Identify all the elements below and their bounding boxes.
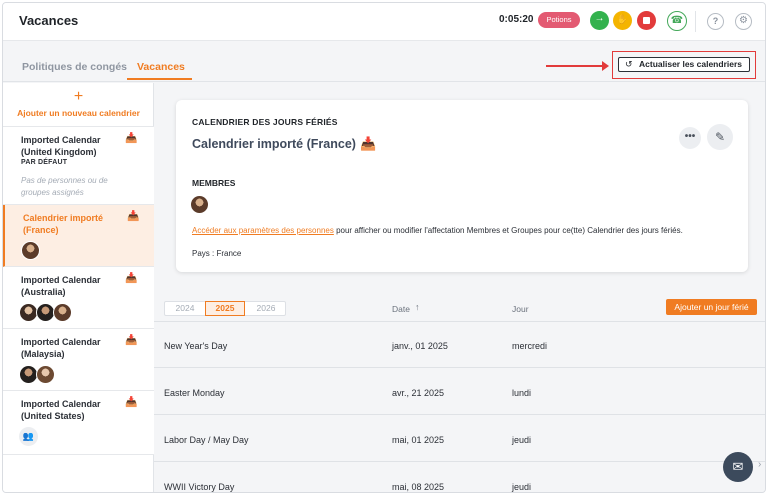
add-calendar-button[interactable]: + Ajouter un nouveau calendrier	[3, 83, 154, 127]
people-settings-link[interactable]: Accéder aux paramètres des personnes	[192, 226, 334, 235]
holiday-name: Easter Monday	[164, 388, 225, 398]
calendar-item-malaysia[interactable]: Imported Calendar (Malaysia) 📥	[3, 329, 154, 391]
tab-vacances[interactable]: Vacances	[137, 61, 185, 73]
app-window: Vacances 0:05:20 Potions Politiques de c…	[2, 2, 766, 493]
calendar-name: Imported Calendar (United States)	[21, 399, 101, 421]
download-calendar-icon[interactable]: 📥	[127, 211, 139, 222]
active-tab-indicator	[127, 78, 192, 80]
session-timer: 0:05:20	[499, 14, 534, 25]
break-icon[interactable]	[613, 11, 632, 30]
download-calendar-icon[interactable]: 📥	[125, 133, 137, 144]
members-label: MEMBRES	[192, 178, 236, 188]
year-2024[interactable]: 2024	[165, 302, 205, 315]
edit-button[interactable]: ✎	[707, 124, 733, 150]
calendar-name: Imported Calendar (United Kingdom)	[21, 135, 101, 157]
top-bar: Vacances 0:05:20 Potions	[3, 3, 765, 41]
avatar	[53, 303, 72, 322]
annotation-arrow-head	[602, 61, 609, 71]
holiday-day: lundi	[512, 388, 532, 398]
stop-icon[interactable]	[637, 11, 656, 30]
download-calendar-icon[interactable]: 📥	[125, 273, 137, 284]
refresh-icon: ↺	[625, 59, 633, 69]
sort-arrow-icon[interactable]: ↑	[415, 302, 420, 312]
refresh-calendars-button[interactable]: ↺ Actualiser les calendriers	[618, 57, 750, 72]
members-info-text: Accéder aux paramètres des personnes pou…	[192, 226, 737, 235]
download-calendar-icon[interactable]: 📥	[125, 335, 137, 346]
help-icon[interactable]	[707, 13, 724, 30]
clock-in-icon[interactable]	[590, 11, 609, 30]
members-info-body: pour afficher ou modifier l'affectation …	[333, 226, 683, 235]
holiday-day: jeudi	[512, 435, 532, 445]
add-holiday-button[interactable]: Ajouter un jour férié	[666, 299, 757, 315]
column-header-day: Jour	[512, 304, 529, 314]
default-badge: PAR DÉFAUT	[21, 159, 68, 166]
table-row[interactable]: WWII Victory Day mai, 08 2025 jeudi	[154, 463, 765, 492]
column-header-date[interactable]: Date	[392, 304, 410, 314]
holiday-date: mai, 01 2025	[392, 435, 445, 445]
chat-icon[interactable]: ✉	[723, 452, 753, 482]
plus-icon: +	[73, 88, 84, 105]
holiday-date: mai, 08 2025	[392, 482, 445, 492]
add-calendar-label: Ajouter un nouveau calendrier	[17, 108, 140, 118]
calendar-name: Calendrier importé (France)	[23, 213, 104, 235]
calendar-sidebar: + Ajouter un nouveau calendrier Imported…	[3, 83, 154, 492]
table-row[interactable]: Labor Day / May Day mai, 01 2025 jeudi	[154, 416, 765, 462]
calendar-name: Imported Calendar (Australia)	[21, 275, 101, 297]
calendar-item-united-states[interactable]: Imported Calendar (United States) 📥 👥	[3, 391, 154, 455]
holiday-date: avr., 21 2025	[392, 388, 445, 398]
more-options-button[interactable]: •••	[679, 127, 701, 149]
people-icon: 👥	[19, 427, 38, 446]
table-row[interactable]: New Year's Day janv., 01 2025 mercredi	[154, 322, 765, 368]
calendar-name: Imported Calendar (Malaysia)	[21, 337, 101, 359]
annotation-arrow	[546, 65, 604, 67]
avatar	[190, 195, 209, 214]
holiday-name: Labor Day / May Day	[164, 435, 249, 445]
calendar-item-united-kingdom[interactable]: Imported Calendar (United Kingdom) 📥 PAR…	[3, 127, 154, 205]
calendar-item-france[interactable]: Calendrier importé (France) 📥	[3, 205, 154, 267]
calendar-title: Calendrier importé (France)	[192, 137, 356, 151]
calendar-item-australia[interactable]: Imported Calendar (Australia) 📥	[3, 267, 154, 329]
download-calendar-icon[interactable]: 📥	[360, 136, 376, 152]
year-2025[interactable]: 2025	[205, 301, 245, 316]
header-divider	[695, 11, 696, 32]
holiday-name: WWII Victory Day	[164, 482, 235, 492]
holiday-day: mercredi	[512, 341, 548, 351]
phone-icon[interactable]	[667, 11, 687, 31]
tab-leave-policies[interactable]: Politiques de congés	[22, 61, 127, 73]
year-2026[interactable]: 2026	[246, 302, 286, 315]
country-text: Pays : France	[192, 249, 242, 258]
calendar-detail-card: CALENDRIER DES JOURS FÉRIÉS Calendrier i…	[176, 100, 748, 272]
refresh-calendars-label: Actualiser les calendriers	[639, 59, 743, 69]
year-selector: 2024 2025 2026	[164, 301, 286, 316]
download-calendar-icon[interactable]: 📥	[125, 397, 137, 408]
settings-icon[interactable]	[735, 13, 752, 30]
avatar	[36, 365, 55, 384]
page-title: Vacances	[19, 13, 79, 28]
potions-badge[interactable]: Potions	[538, 12, 580, 28]
holiday-name: New Year's Day	[164, 341, 228, 351]
avatar	[21, 241, 40, 260]
holiday-day: jeudi	[512, 482, 532, 492]
tabs-bar: Politiques de congés Vacances ↺ Actualis…	[3, 42, 765, 82]
chevron-right-icon[interactable]: ›	[758, 459, 761, 470]
table-row[interactable]: Easter Monday avr., 21 2025 lundi	[154, 369, 765, 415]
no-members-text: Pas de personnes ou de groupes assignés	[21, 176, 108, 197]
card-kicker: CALENDRIER DES JOURS FÉRIÉS	[192, 117, 338, 127]
holiday-date: janv., 01 2025	[392, 341, 448, 351]
